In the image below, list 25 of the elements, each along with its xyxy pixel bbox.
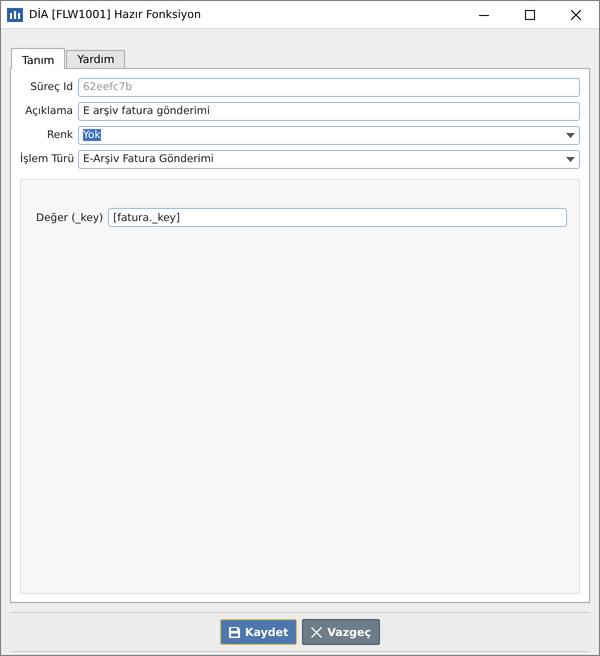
tab[interactable]: Yardım	[66, 50, 126, 68]
field-value: E arşiv fatura gönderimi	[83, 105, 210, 117]
field-value: E-Arşiv Fatura Gönderimi	[83, 153, 214, 165]
dropdown-caret-icon[interactable]	[566, 132, 575, 138]
cancel-button[interactable]: Vazgeç	[302, 619, 380, 645]
close-icon[interactable]	[571, 10, 581, 20]
selected-text: Yok	[83, 129, 101, 141]
input-field[interactable]: E arşiv fatura gönderimi	[78, 102, 580, 120]
app-logo-icon	[7, 8, 23, 22]
dropdown[interactable]: E-Arşiv Fatura Gönderimi	[78, 150, 580, 168]
save-icon	[229, 626, 240, 638]
dropdown-caret-icon[interactable]	[566, 156, 575, 162]
field-label: Açıklama	[24, 105, 73, 117]
field-value: 62eefc7b	[83, 81, 132, 93]
close-icon	[311, 626, 322, 638]
tab[interactable]: Tanım	[11, 48, 66, 69]
field-label: Süreç Id	[29, 81, 73, 93]
window-title: DİA [FLW1001] Hazır Fonksiyon	[29, 8, 201, 21]
save-button[interactable]: Kaydet	[220, 619, 298, 645]
field-label: Değer (_key)	[36, 212, 104, 224]
dropdown[interactable]: Yok	[78, 126, 580, 144]
field-label: İşlem Türü	[20, 153, 73, 165]
field-label: Renk	[46, 129, 73, 141]
input-field[interactable]: [fatura._key]	[108, 208, 568, 227]
maximize-icon[interactable]	[525, 10, 535, 20]
